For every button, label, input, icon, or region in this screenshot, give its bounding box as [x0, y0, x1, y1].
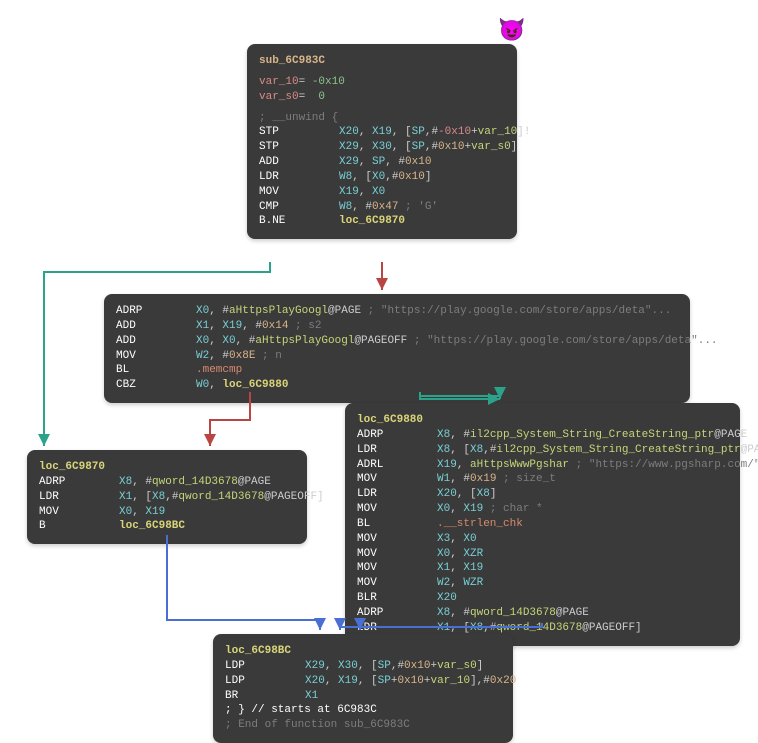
instruction: BL.__strlen_chk [357, 517, 728, 532]
code-block-loc-6C98BC: loc_6C98BC LDPX29, X30, [SP,#0x10+var_s0… [213, 634, 513, 743]
devil-icon: 😈 [498, 18, 525, 44]
instruction: STPX29, X30, [SP,#0x10+var_s0] [259, 140, 505, 155]
instruction: STPX20, X19, [SP,#-0x10+var_10]! [259, 125, 505, 140]
instruction: BRX1 [225, 689, 501, 704]
code-block-loc-6C9870: loc_6C9870 ADRPX8, #qword_14D3678@PAGELD… [27, 450, 307, 544]
block-title: loc_6C9880 [357, 414, 423, 426]
var-def: var_s0= 0 [259, 90, 505, 105]
code-block-loc-6C9880: loc_6C9880 ADRPX8, #il2cpp_System_String… [345, 403, 740, 646]
function-end: ; End of function sub_6C983C [225, 718, 501, 733]
instruction: ADRPX8, #il2cpp_System_String_CreateStri… [357, 428, 728, 443]
instruction: LDPX29, X30, [SP,#0x10+var_s0] [225, 659, 501, 674]
instruction: LDPX20, X19, [SP+0x10+var_10],#0x20 [225, 674, 501, 689]
instruction: MOVX0, X19 ; char * [357, 502, 728, 517]
instruction: MOVX0, X19 [39, 505, 295, 520]
unwind-end: ; } // starts at 6C983C [225, 703, 501, 718]
instruction: CMPW8, #0x47 ; 'G' [259, 200, 505, 215]
instruction: ADRLX19, aHttpsWwwPgshar ; "https://www.… [357, 458, 728, 473]
instruction: MOVX0, XZR [357, 547, 728, 562]
instruction: LDRX8, [X8,#il2cpp_System_String_CreateS… [357, 443, 728, 458]
instruction: MOVW2, WZR [357, 576, 728, 591]
instruction: CBZW0, loc_6C9880 [116, 378, 678, 393]
instruction: ADDX29, SP, #0x10 [259, 155, 505, 170]
instruction: MOVX19, X0 [259, 185, 505, 200]
instruction: B.NEloc_6C9870 [259, 214, 505, 229]
instruction: ADRPX0, #aHttpsPlayGoogl@PAGE ; "https:/… [116, 304, 678, 319]
instruction: MOVX3, X0 [357, 532, 728, 547]
instruction: MOVW1, #0x19 ; size_t [357, 472, 728, 487]
block-title: sub_6C983C [259, 55, 325, 67]
block-title: loc_6C9870 [39, 461, 105, 473]
code-block-sub-6C983C: sub_6C983C var_10= -0x10var_s0= 0 ; __un… [247, 44, 517, 239]
instruction: ADRPX8, #qword_14D3678@PAGE [39, 475, 295, 490]
var-def: var_10= -0x10 [259, 75, 505, 90]
instruction: LDRX20, [X8] [357, 487, 728, 502]
instruction: Bloc_6C98BC [39, 519, 295, 534]
instruction: ADRPX8, #qword_14D3678@PAGE [357, 606, 728, 621]
instruction: BLRX20 [357, 591, 728, 606]
code-block-memcmp: ADRPX0, #aHttpsPlayGoogl@PAGE ; "https:/… [104, 294, 690, 403]
instruction: LDRW8, [X0,#0x10] [259, 170, 505, 185]
block-title: loc_6C98BC [225, 645, 291, 657]
instruction: BL.memcmp [116, 363, 678, 378]
instruction: ADDX0, X0, #aHttpsPlayGoogl@PAGEOFF ; "h… [116, 334, 678, 349]
instruction: MOVX1, X19 [357, 561, 728, 576]
instruction: ADDX1, X19, #0x14 ; s2 [116, 319, 678, 334]
unwind-comment: ; __unwind { [259, 111, 505, 126]
instruction: LDRX1, [X8,#qword_14D3678@PAGEOFF] [39, 490, 295, 505]
instruction: MOVW2, #0x8E ; n [116, 349, 678, 364]
